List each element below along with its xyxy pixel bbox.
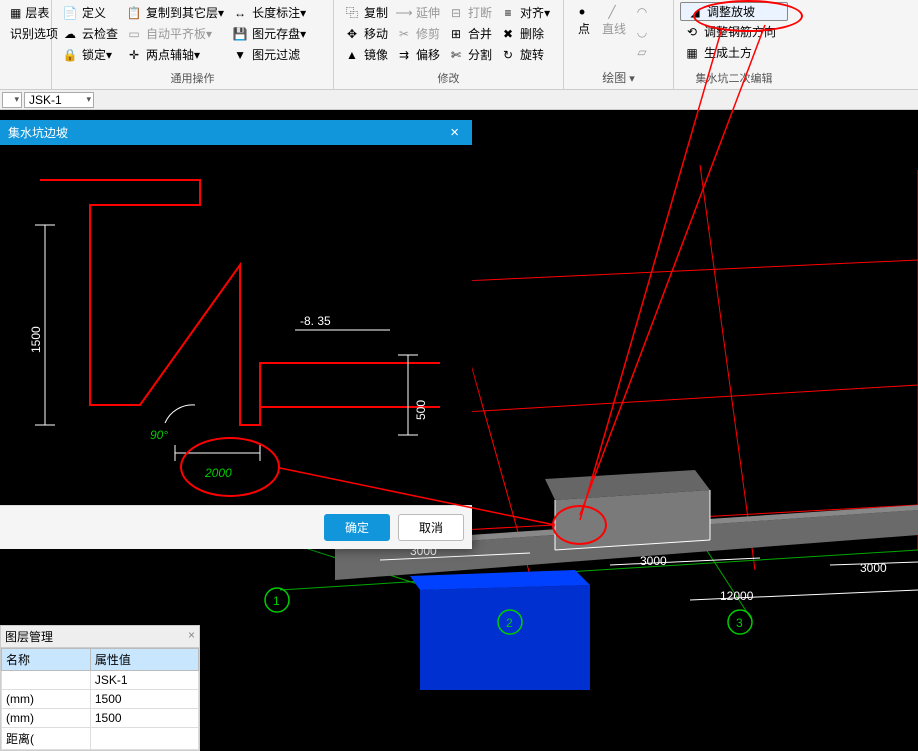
dialog-canvas[interactable]: 1500 -8. 35 500 90° 2000 <box>0 145 472 505</box>
btn-gen-earth[interactable]: ▦生成土方 <box>680 42 788 63</box>
close-icon[interactable]: × <box>445 124 464 141</box>
btn-length-dim[interactable]: ↔长度标注 ▾ <box>228 2 310 23</box>
ok-button[interactable]: 确定 <box>324 514 390 541</box>
btn-layer-table[interactable]: ▦层表 <box>6 2 45 23</box>
btn-extend[interactable]: ⟶延伸 <box>392 2 444 23</box>
dialog-slope: 集水坑边坡 × 1500 -8. 35 500 90° 20 <box>0 120 472 549</box>
dialog-titlebar[interactable]: 集水坑边坡 × <box>0 120 472 145</box>
btn-trim[interactable]: ✂修剪 <box>392 23 444 44</box>
layer-table: 名称属性值 JSK-1 (mm)1500 (mm)1500 距离( <box>1 648 199 750</box>
layer-panel-title: 图层管理 <box>5 628 53 645</box>
dim-h1: 1500 <box>29 326 43 353</box>
secondary-toolbar: JSK-1 <box>0 90 918 110</box>
btn-cloud-check[interactable]: ☁云检查 <box>58 23 122 44</box>
dim-elev: -8. 35 <box>300 314 331 328</box>
btn-offset[interactable]: ⇉偏移 <box>392 44 444 65</box>
btn-adjust-slope[interactable]: ◢调整放坡 <box>680 2 788 21</box>
btn-lock[interactable]: 🔒锁定 ▾ <box>58 44 122 65</box>
btn-split[interactable]: ✄分割 <box>444 44 496 65</box>
group-label-modify: 修改 <box>340 69 557 87</box>
btn-break[interactable]: ⊟打断 <box>444 2 496 23</box>
btn-delete[interactable]: ✖删除 <box>496 23 554 44</box>
btn-define[interactable]: 📄定义 <box>58 2 122 23</box>
pin-icon[interactable]: × <box>188 628 195 645</box>
dim-3000c: 3000 <box>860 561 887 575</box>
axis-3: 3 <box>736 616 743 630</box>
btn-copy-layer[interactable]: 📋复制到其它层 ▾ <box>122 2 228 23</box>
btn-adjust-rebar[interactable]: ⟲调整钢筋方向 <box>680 21 788 42</box>
btn-line[interactable]: ╱直线 <box>598 2 630 39</box>
group-label-draw: 绘图 ▾ <box>570 68 667 87</box>
btn-elem-filter[interactable]: ▼图元过滤 <box>228 44 310 65</box>
cancel-button[interactable]: 取消 <box>398 514 464 541</box>
btn-copy[interactable]: ⿻复制 <box>340 2 392 23</box>
btn-point[interactable]: •点 <box>570 2 598 39</box>
btn-merge[interactable]: ⊞合并 <box>444 23 496 44</box>
btn-shape1[interactable]: ◠ <box>630 2 658 22</box>
dim-3000b: 3000 <box>640 554 667 568</box>
btn-align[interactable]: ≡对齐 ▾ <box>496 2 554 23</box>
dim-angle: 90° <box>150 428 168 442</box>
layer-panel: 图层管理 × 名称属性值 JSK-1 (mm)1500 (mm)1500 距离( <box>0 625 200 751</box>
btn-rec-options[interactable]: 识别选项 <box>6 23 45 44</box>
axis-1: 1 <box>273 594 280 608</box>
btn-two-point-axis[interactable]: ✛两点辅轴 ▾ <box>122 44 228 65</box>
ribbon: ▦层表 识别选项 📄定义 ☁云检查 🔒锁定 ▾ 📋复制到其它层 ▾ ▭自动平齐板… <box>0 0 918 90</box>
btn-shape2[interactable]: ◡ <box>630 22 658 42</box>
btn-shape3[interactable]: ▱ <box>630 42 658 62</box>
dropdown-generic[interactable] <box>2 92 22 108</box>
group-label-sump: 集水坑二次编辑 <box>680 69 788 87</box>
dropdown-jsk[interactable]: JSK-1 <box>24 92 94 108</box>
btn-elem-save[interactable]: 💾图元存盘 ▾ <box>228 23 310 44</box>
group-label-general: 通用操作 <box>58 69 327 87</box>
table-row[interactable]: JSK-1 <box>2 671 199 690</box>
btn-mirror[interactable]: ▲镜像 <box>340 44 392 65</box>
table-row[interactable]: 距离( <box>2 728 199 750</box>
axis-2: 2 <box>506 616 513 630</box>
col-value[interactable]: 属性值 <box>90 649 198 671</box>
table-row[interactable]: (mm)1500 <box>2 690 199 709</box>
dialog-title-text: 集水坑边坡 <box>8 124 68 141</box>
btn-rotate[interactable]: ↻旋转 <box>496 44 554 65</box>
col-name[interactable]: 名称 <box>2 649 91 671</box>
dim-w: 2000 <box>204 466 232 480</box>
dim-12000: 12000 <box>720 589 754 603</box>
btn-auto-level[interactable]: ▭自动平齐板 ▾ <box>122 23 228 44</box>
table-row[interactable]: (mm)1500 <box>2 709 199 728</box>
dim-h2: 500 <box>414 400 428 420</box>
btn-move[interactable]: ✥移动 <box>340 23 392 44</box>
